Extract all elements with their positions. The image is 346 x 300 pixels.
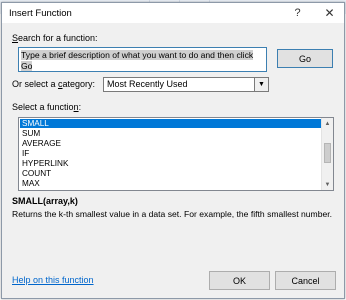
function-list-label: Select a function:	[12, 102, 81, 112]
chevron-down-icon[interactable]: ▼	[254, 78, 268, 91]
category-select-value: Most Recently Used	[107, 79, 188, 89]
scrollbar-thumb[interactable]	[324, 143, 331, 163]
search-input[interactable]: Type a brief description of what you wan…	[18, 47, 267, 72]
function-list-scrollbar[interactable]: ▲ ▼	[321, 118, 333, 190]
ok-button[interactable]: OK	[209, 271, 270, 290]
function-list-item[interactable]: COUNT	[20, 169, 322, 178]
category-label-pre: Or select a	[12, 79, 59, 89]
scroll-down-icon[interactable]: ▼	[322, 179, 333, 190]
cancel-button[interactable]: Cancel	[275, 271, 336, 290]
title-bar: Insert Function ? ✕	[2, 3, 344, 23]
go-button[interactable]: Go	[277, 49, 333, 68]
insert-function-dialog: Insert Function ? ✕ Search for a functio…	[1, 2, 345, 299]
function-list-item[interactable]: IF	[20, 149, 322, 158]
help-on-function-link[interactable]: Help on this function	[12, 275, 94, 285]
function-list-item[interactable]: MAX	[20, 179, 322, 188]
function-list-item[interactable]: SUM	[20, 129, 322, 138]
search-label-text: earch for a function:	[18, 33, 98, 43]
search-label: Search for a function:	[12, 33, 98, 43]
function-list-item[interactable]: HYPERLINK	[20, 159, 322, 168]
close-button[interactable]: ✕	[317, 4, 342, 21]
function-list-label-pre: Select a functio	[12, 102, 74, 112]
help-button[interactable]: ?	[285, 4, 310, 21]
search-input-text: Type a brief description of what you wan…	[21, 50, 264, 71]
function-description: Returns the k-th smallest value in a dat…	[12, 209, 333, 219]
close-icon: ✕	[324, 5, 335, 20]
category-label-post: ategory:	[62, 79, 96, 89]
function-list-item[interactable]: SMALL	[20, 119, 322, 128]
function-list-label-post: :	[78, 102, 82, 112]
dialog-title: Insert Function	[9, 8, 72, 19]
function-list-item[interactable]: AVERAGE	[20, 139, 322, 148]
search-input-value: Type a brief description of what you wan…	[21, 50, 254, 71]
category-label: Or select a category:	[12, 79, 95, 89]
scroll-up-icon[interactable]: ▲	[322, 118, 333, 129]
function-signature: SMALL(array,k)	[12, 196, 78, 206]
function-list[interactable]: SMALL SUM AVERAGE IF HYPERLINK COUNT MAX…	[18, 117, 334, 191]
question-icon: ?	[294, 6, 301, 19]
category-select[interactable]: Most Recently Used ▼	[103, 77, 269, 92]
